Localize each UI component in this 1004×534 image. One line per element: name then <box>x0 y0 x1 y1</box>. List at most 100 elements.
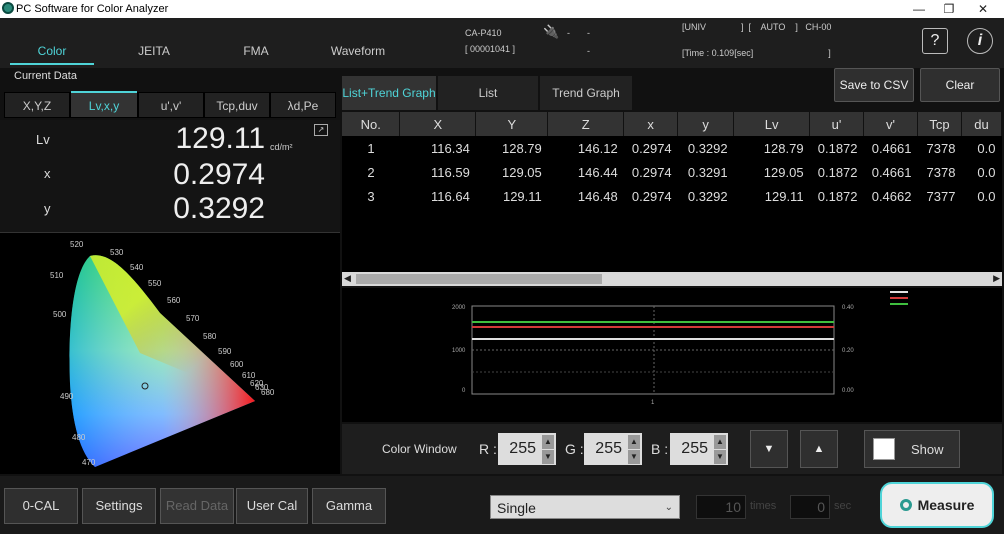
measure-button[interactable]: Measure <box>880 482 994 528</box>
r-label: R : <box>479 441 497 457</box>
reading-label-lv: Lv <box>36 132 50 147</box>
y-right-tick-020: 0.20 <box>842 348 854 354</box>
title-bar: PC Software for Color Analyzer — ❐ ✕ <box>0 0 1004 18</box>
tab-ldpe[interactable]: λd,Pe <box>270 92 336 118</box>
gamma-button[interactable]: Gamma <box>312 488 386 524</box>
table-cell: 0.3292 <box>687 140 728 156</box>
tab-waveform[interactable]: Waveform <box>308 37 408 65</box>
col-header-X[interactable]: X <box>399 112 477 136</box>
y-left-tick-0: 0 <box>462 388 466 394</box>
bottom-toolbar: 0-CAL Settings Read Data User Cal Gamma … <box>0 476 1004 534</box>
table-cell: 129.11 <box>764 188 804 204</box>
read-data-button[interactable]: Read Data <box>160 488 234 524</box>
measure-mode-select[interactable]: Single ⌄ <box>490 495 680 519</box>
y-right-tick-040: 0.40 <box>842 305 854 311</box>
col-header-Z[interactable]: Z <box>547 112 625 136</box>
b-up-icon[interactable]: ▲ <box>714 435 726 449</box>
wl-label-570: 570 <box>186 314 200 323</box>
table-cell: 0.2974 <box>631 188 672 204</box>
chromaticity-diagram: 520 530 540 550 560 570 580 590 600 610 … <box>0 232 340 474</box>
wl-label-560: 560 <box>167 296 181 305</box>
settings-button[interactable]: Settings <box>82 488 156 524</box>
show-button[interactable]: Show <box>864 430 960 468</box>
help-icon[interactable]: ? <box>922 28 948 54</box>
wl-label-490: 490 <box>60 392 74 401</box>
horizontal-scrollbar[interactable]: ◀ ▶ <box>342 272 1002 286</box>
tab-uv[interactable]: u',v' <box>138 92 204 118</box>
close-button[interactable]: ✕ <box>968 0 998 18</box>
col-header-Y[interactable]: Y <box>475 112 549 136</box>
scroll-thumb[interactable] <box>356 274 602 284</box>
probe-status-2: - <box>587 28 590 38</box>
tab-jeita[interactable]: JEITA <box>104 37 204 65</box>
wl-label-550: 550 <box>148 279 162 288</box>
wl-label-580: 580 <box>203 332 217 341</box>
tab-color[interactable]: Color <box>10 37 94 65</box>
col-header-tcp[interactable]: Tcp <box>917 112 962 136</box>
y-left-tick-2000: 2000 <box>452 305 466 311</box>
device-serial: [ 00001041 ] <box>465 44 516 54</box>
g-value[interactable]: 255 <box>595 440 622 457</box>
tab-lvxy[interactable]: Lv,x,y <box>70 91 138 118</box>
table-row[interactable]: 2 116.59 129.05 146.44 0.2974 0.3291 129… <box>342 160 1002 184</box>
table-cell: 0.3291 <box>687 164 728 180</box>
y-left-tick-1000: 1000 <box>452 348 466 354</box>
b-stepper[interactable]: 255 ▲ ▼ <box>670 433 728 465</box>
step-up-button[interactable]: ▲ <box>800 430 838 468</box>
table-row[interactable]: 3 116.64 129.11 146.48 0.2974 0.3292 129… <box>342 184 1002 208</box>
tab-fma[interactable]: FMA <box>206 37 306 65</box>
minimize-button[interactable]: — <box>904 0 934 18</box>
info-icon[interactable]: i <box>967 28 993 54</box>
tab-list[interactable]: List <box>438 76 538 110</box>
table-row[interactable]: 1 116.34 128.79 146.12 0.2974 0.3292 128… <box>342 136 1002 160</box>
col-header-duv[interactable]: du <box>961 112 1002 136</box>
user-cal-button[interactable]: User Cal <box>236 488 308 524</box>
sec-input[interactable]: 0 <box>790 495 830 519</box>
col-header-y[interactable]: y <box>677 112 735 136</box>
g-up-icon[interactable]: ▲ <box>628 435 640 449</box>
col-header-no[interactable]: No. <box>342 112 401 136</box>
data-table: No. X Y Z x y Lv u' v' Tcp du 1 116.34 1… <box>342 112 1002 272</box>
table-cell: 128.79 <box>502 140 542 156</box>
g-stepper[interactable]: 255 ▲ ▼ <box>584 433 642 465</box>
table-cell: 146.44 <box>577 164 618 180</box>
r-stepper[interactable]: 255 ▲ ▼ <box>498 433 556 465</box>
clear-button[interactable]: Clear <box>920 68 1000 102</box>
g-down-icon[interactable]: ▼ <box>628 450 640 464</box>
device-model: CA-P410 <box>465 28 502 38</box>
r-down-icon[interactable]: ▼ <box>542 450 554 464</box>
tab-xyz[interactable]: X,Y,Z <box>4 92 70 118</box>
r-value[interactable]: 255 <box>509 440 536 457</box>
r-up-icon[interactable]: ▲ <box>542 435 554 449</box>
table-cell: 129.05 <box>502 164 542 180</box>
step-down-button[interactable]: ▼ <box>750 430 788 468</box>
table-cell: 116.34 <box>431 140 470 156</box>
save-csv-button[interactable]: Save to CSV <box>834 68 914 102</box>
col-header-v[interactable]: v' <box>863 112 918 136</box>
time-status: [Time : 0.109[sec] ] <box>682 48 831 58</box>
probe-status-1: - <box>567 28 570 38</box>
col-header-u[interactable]: u' <box>809 112 865 136</box>
wl-label-480: 480 <box>72 433 86 442</box>
col-header-x[interactable]: x <box>623 112 679 136</box>
scroll-right-icon[interactable]: ▶ <box>993 273 1000 284</box>
sec-unit: sec <box>834 500 852 512</box>
header: Color JEITA FMA Waveform CA-P410 [ 00001… <box>0 18 1004 68</box>
maximize-button[interactable]: ❐ <box>934 0 964 18</box>
trend-graph: 2000 1000 0 0.40 0.20 0.00 1 <box>342 288 1002 422</box>
table-cell: 0.2974 <box>631 140 672 156</box>
tab-list-trend[interactable]: List+Trend Graph <box>342 76 436 110</box>
chevron-down-icon[interactable]: ⌄ <box>665 496 673 520</box>
expand-icon[interactable]: ↗ <box>314 124 328 136</box>
b-down-icon[interactable]: ▼ <box>714 450 726 464</box>
table-cell: 0.4661 <box>871 164 912 180</box>
scroll-left-icon[interactable]: ◀ <box>344 273 351 284</box>
col-header-lv[interactable]: Lv <box>733 112 811 136</box>
zero-cal-button[interactable]: 0-CAL <box>4 488 78 524</box>
b-value[interactable]: 255 <box>681 440 708 457</box>
tab-tcpduv[interactable]: Tcp,duv <box>204 92 270 118</box>
table-cell: 0.4661 <box>871 140 912 156</box>
tab-trend-graph[interactable]: Trend Graph <box>540 76 632 110</box>
times-input[interactable]: 10 <box>696 495 746 519</box>
table-cell: 128.79 <box>763 140 804 156</box>
